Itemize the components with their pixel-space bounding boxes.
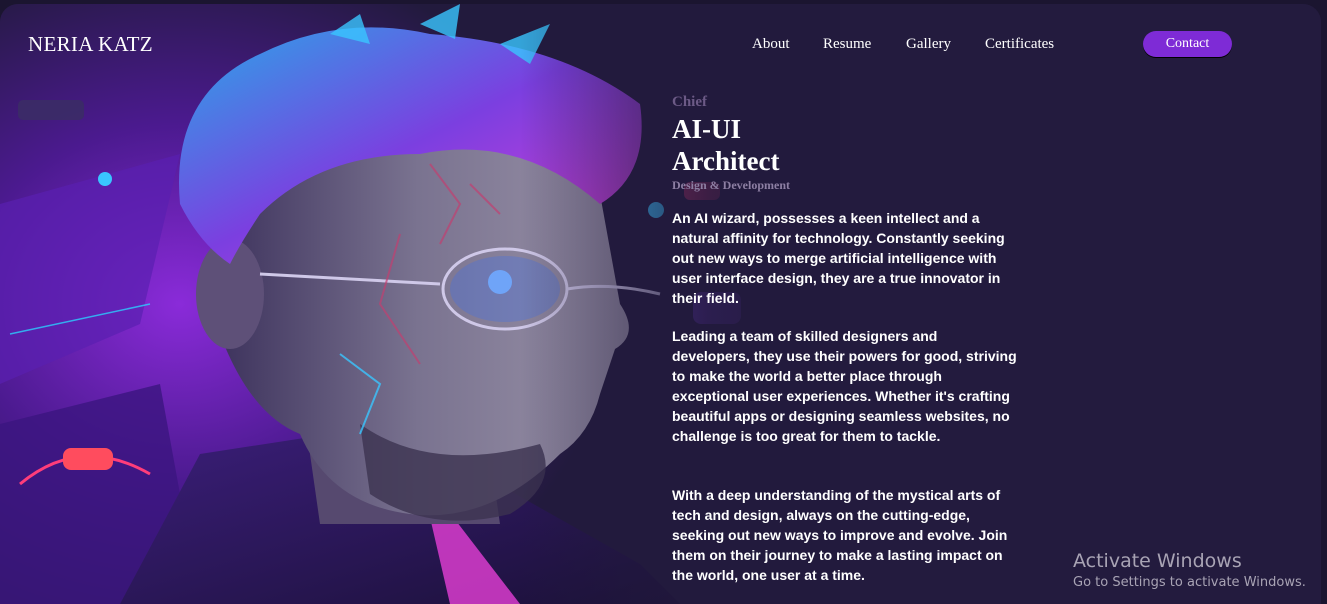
hero-paragraph-3: With a deep understanding of the mystica… <box>672 487 1008 583</box>
contact-button[interactable]: Contact <box>1143 31 1232 57</box>
hero-paragraph-1: An AI wizard, possesses a keen intellect… <box>672 210 1005 306</box>
hero-title-line-2: Architect <box>672 146 780 176</box>
activate-windows-subtitle: Go to Settings to activate Windows. <box>1073 575 1306 590</box>
nav-link-certificates[interactable]: Certificates <box>985 36 1054 53</box>
page-frame: NERIA KATZ About Resume Gallery Certific… <box>0 4 1321 604</box>
activate-windows-title: Activate Windows <box>1073 550 1242 572</box>
hero-eyebrow: Chief <box>672 94 707 110</box>
nav-link-gallery[interactable]: Gallery <box>906 36 951 53</box>
hero-title: AI-UI Architect <box>672 113 872 177</box>
nav-link-resume[interactable]: Resume <box>823 36 871 53</box>
hero-subtitle: Design & Development <box>672 178 790 192</box>
nav-link-about[interactable]: About <box>752 36 790 53</box>
brand-logo[interactable]: NERIA KATZ <box>28 32 153 57</box>
hero-title-line-1: AI-UI <box>672 114 742 144</box>
hero-paragraph-2: Leading a team of skilled designers and … <box>672 328 1017 444</box>
